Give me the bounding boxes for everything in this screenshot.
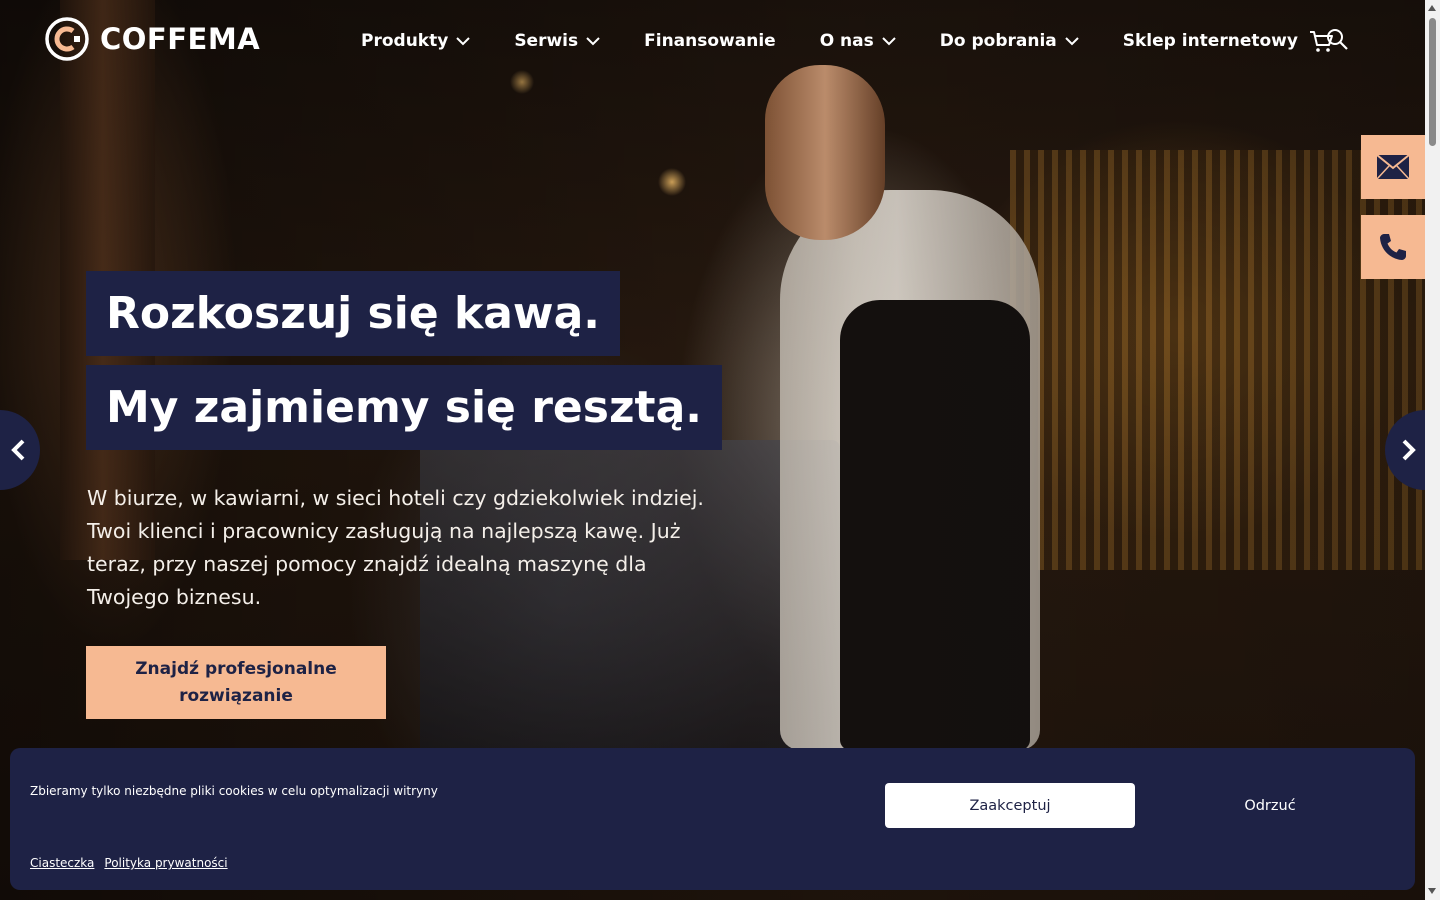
nav-item-serwis[interactable]: Serwis	[514, 31, 600, 51]
cookie-message: Zbieramy tylko niezbędne pliki cookies w…	[30, 784, 438, 798]
contact-email-button[interactable]	[1361, 135, 1425, 199]
nav-item-label: Serwis	[514, 31, 579, 51]
scrollbar-thumb[interactable]	[1429, 18, 1436, 146]
scroll-up-arrow-icon[interactable]	[1428, 5, 1436, 11]
chevron-down-icon	[882, 37, 896, 46]
cookie-link-ciasteczka[interactable]: Ciasteczka	[30, 856, 94, 870]
nav-item-label: Produkty	[361, 31, 449, 51]
chevron-down-icon	[586, 37, 600, 46]
nav-item-label: O nas	[819, 31, 874, 51]
hero-headline-1: Rozkoszuj się kawą.	[86, 271, 620, 356]
site-header: COFFEMA Produkty Serwis Finansowanie O n…	[0, 0, 1425, 80]
cookie-banner: Zbieramy tylko niezbędne pliki cookies w…	[10, 748, 1415, 890]
cookie-links: Ciasteczka Polityka prywatności	[30, 856, 228, 870]
nav-item-sklep-internetowy[interactable]: Sklep internetowy	[1123, 28, 1334, 54]
search-icon[interactable]	[1325, 27, 1349, 51]
chevron-down-icon	[1065, 37, 1079, 46]
chevron-left-icon	[11, 439, 25, 461]
cookie-link-polityka-prywatnosci[interactable]: Polityka prywatności	[104, 856, 227, 870]
hero-headline-2: My zajmiemy się resztą.	[86, 365, 722, 450]
mail-icon	[1376, 154, 1410, 180]
nav-item-label: Do pobrania	[939, 31, 1057, 51]
hero-cta-button[interactable]: Znajdź profesjonalne rozwiązanie	[86, 646, 386, 719]
nav-item-label: Finansowanie	[644, 31, 776, 51]
nav-item-finansowanie[interactable]: Finansowanie	[644, 31, 776, 51]
logo-mark-icon	[45, 17, 89, 61]
main-nav: Produkty Serwis Finansowanie O nas Do po…	[361, 28, 1342, 54]
nav-item-do-pobrania[interactable]: Do pobrania	[940, 31, 1079, 51]
nav-item-produkty[interactable]: Produkty	[361, 31, 471, 51]
logo[interactable]: COFFEMA	[44, 16, 260, 62]
chevron-right-icon	[1402, 439, 1416, 461]
phone-icon	[1380, 234, 1406, 260]
scroll-down-arrow-icon[interactable]	[1428, 888, 1436, 894]
nav-item-o-nas[interactable]: O nas	[820, 31, 896, 51]
nav-item-label: Sklep internetowy	[1122, 31, 1298, 51]
contact-phone-button[interactable]	[1361, 215, 1425, 279]
hero-lead-text: W biurze, w kawiarni, w sieci hoteli czy…	[87, 486, 704, 609]
page-scrollbar[interactable]	[1425, 0, 1440, 900]
logo-text: COFFEMA	[100, 22, 261, 56]
cookie-accept-button[interactable]: Zaakceptuj	[885, 783, 1135, 828]
chevron-down-icon	[456, 37, 471, 46]
cookie-reject-button[interactable]: Odrzuć	[1145, 783, 1395, 828]
